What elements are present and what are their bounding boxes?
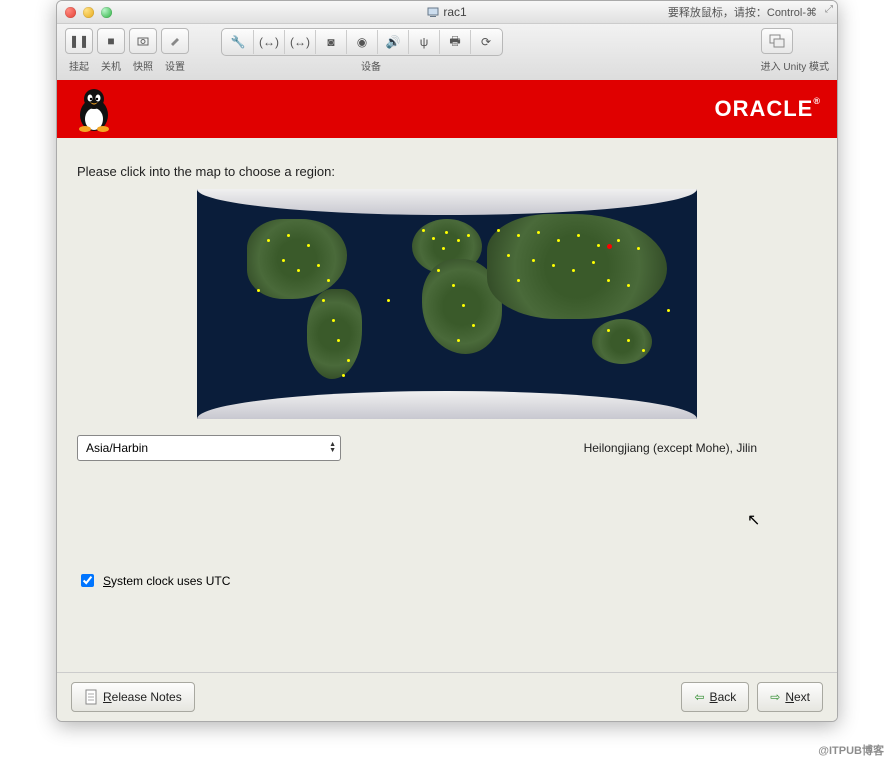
device-net1-icon[interactable]: (↔) xyxy=(254,30,285,54)
vm-window: rac1 要释放鼠标，请按：Control-⌘ ⤢ ❚❚ 挂起 ■ 关机 快照 xyxy=(56,0,838,722)
region-description: Heilongjiang (except Mohe), Jilin xyxy=(584,441,817,455)
suspend-button[interactable]: ❚❚ xyxy=(65,28,93,54)
arrow-left-icon: ⇦ xyxy=(694,690,704,704)
oracle-logo: ORACLE® xyxy=(714,96,821,122)
device-net2-icon[interactable]: (↔) xyxy=(285,30,316,54)
device-refresh-icon[interactable]: ⟳ xyxy=(471,30,501,54)
dropdown-spinner-icon: ▲▼ xyxy=(329,442,336,454)
device-sound-icon[interactable]: 🔊 xyxy=(378,30,409,54)
timezone-value: Asia/Harbin xyxy=(86,441,148,455)
mouse-cursor-icon: ↖ xyxy=(747,510,760,530)
device-toolbar: 🔧 (↔) (↔) ◙ ◉ 🔊 ψ 🖶 ⟳ xyxy=(221,28,503,56)
device-usb-icon[interactable]: ψ xyxy=(409,30,440,54)
release-notes-button[interactable]: Release Notes xyxy=(71,682,195,712)
timezone-select[interactable]: Asia/Harbin ▲▼ xyxy=(77,435,341,461)
window-title: rac1 xyxy=(57,5,837,19)
titlebar: rac1 要释放鼠标，请按：Control-⌘ ⤢ xyxy=(57,1,837,24)
installer-pane: ORACLE® Please click into the map to cho… xyxy=(57,80,837,721)
utc-checkbox[interactable] xyxy=(81,574,94,587)
device-wrench-icon[interactable]: 🔧 xyxy=(223,30,254,54)
prompt-text: Please click into the map to choose a re… xyxy=(77,164,817,179)
arrow-right-icon: ⇨ xyxy=(770,690,780,704)
installer-header: ORACLE® xyxy=(57,80,837,138)
watermark: @ITPUB博客 xyxy=(818,742,884,758)
devices-label: 设备 xyxy=(221,58,521,73)
unity-button[interactable] xyxy=(761,28,793,54)
document-icon xyxy=(84,689,98,705)
settings-button[interactable] xyxy=(161,28,189,54)
device-printer-icon[interactable]: 🖶 xyxy=(440,30,471,54)
back-button[interactable]: ⇦ Back xyxy=(681,682,749,712)
next-button[interactable]: ⇨ Next xyxy=(757,682,823,712)
installer-footer: Release Notes ⇦ Back ⇨ Next xyxy=(57,672,837,721)
world-map[interactable] xyxy=(197,189,697,419)
expand-icon[interactable]: ⤢ xyxy=(825,4,833,15)
toolbar: ❚❚ 挂起 ■ 关机 快照 设置 xyxy=(57,24,837,83)
utc-label: SSystem clock uses UTCystem clock uses U… xyxy=(103,574,230,588)
device-cd-icon[interactable]: ◉ xyxy=(347,30,378,54)
installer-content: Please click into the map to choose a re… xyxy=(57,138,837,600)
selected-city-marker xyxy=(607,244,612,249)
tux-icon xyxy=(73,85,115,133)
snapshot-button[interactable] xyxy=(129,28,157,54)
vm-icon xyxy=(427,6,439,18)
device-disk-icon[interactable]: ◙ xyxy=(316,30,347,54)
shutdown-button[interactable]: ■ xyxy=(97,28,125,54)
